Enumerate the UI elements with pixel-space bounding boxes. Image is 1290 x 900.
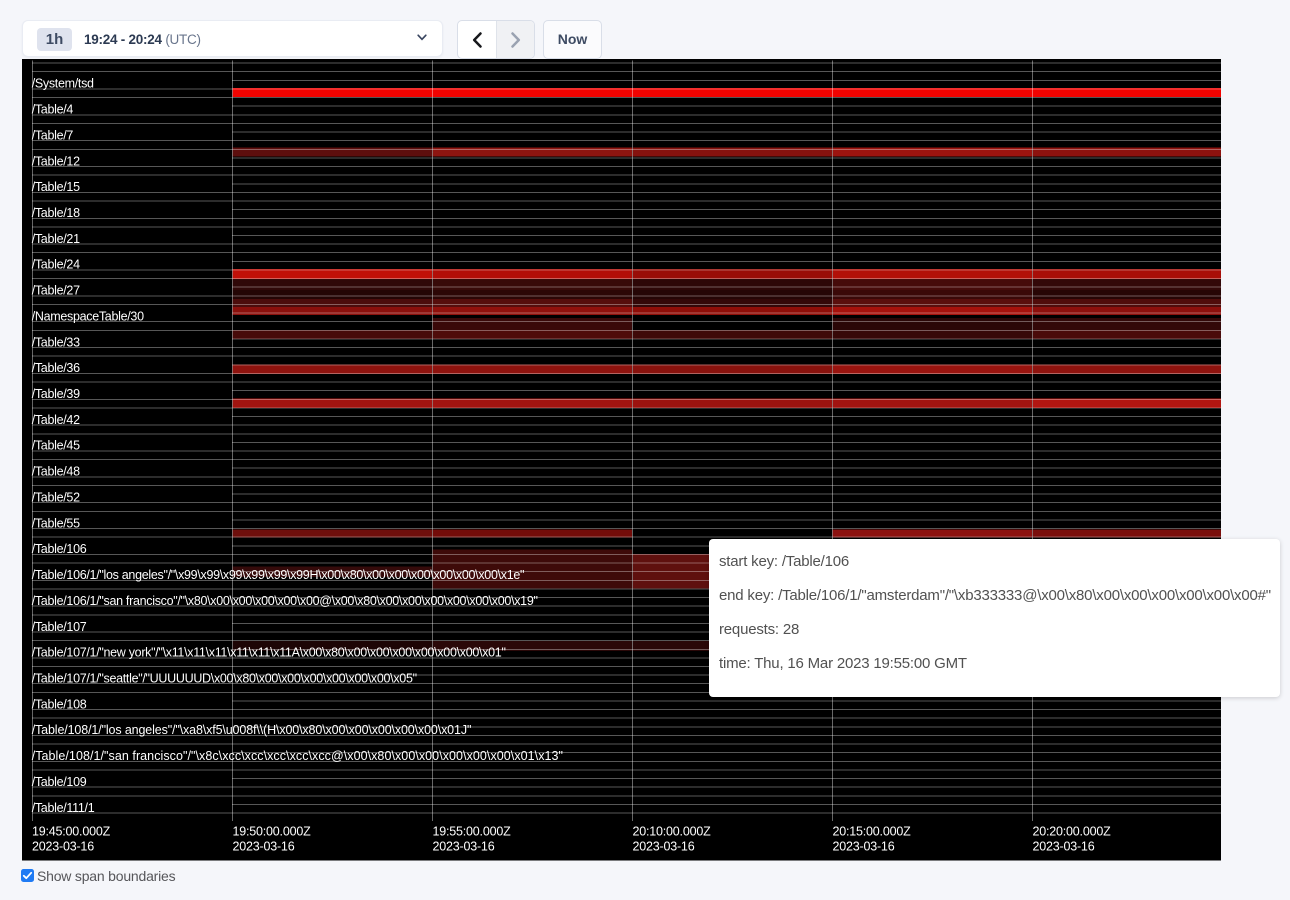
svg-text:2023-03-16: 2023-03-16 xyxy=(32,840,94,854)
svg-text:/Table/18: /Table/18 xyxy=(31,206,79,220)
svg-text:/Table/52: /Table/52 xyxy=(31,491,79,505)
svg-text:/Table/4: /Table/4 xyxy=(31,103,73,117)
svg-text:/Table/55: /Table/55 xyxy=(31,516,79,530)
svg-text:/NamespaceTable/30: /NamespaceTable/30 xyxy=(31,309,143,323)
svg-text:/Table/42: /Table/42 xyxy=(31,413,79,427)
svg-text:/Table/33: /Table/33 xyxy=(31,335,79,349)
svg-text:/System/tsd: /System/tsd xyxy=(31,77,93,91)
svg-text:/Table/7: /Table/7 xyxy=(31,128,73,142)
svg-text:/Table/107/1/"new york"/"\x11\: /Table/107/1/"new york"/"\x11\x11\x11\x1… xyxy=(31,646,505,660)
svg-text:/Table/106: /Table/106 xyxy=(31,542,86,556)
svg-text:/Table/107/1/"seattle"/"UUUUUU: /Table/107/1/"seattle"/"UUUUUUD\x00\x80\… xyxy=(31,672,416,686)
svg-text:/Table/21: /Table/21 xyxy=(31,232,79,246)
svg-text:20:20:00.000Z: 20:20:00.000Z xyxy=(1032,825,1111,839)
svg-text:/Table/106/1/"san francisco"/": /Table/106/1/"san francisco"/"\x80\x00\x… xyxy=(31,594,537,608)
svg-text:/Table/107: /Table/107 xyxy=(31,620,86,634)
svg-text:/Table/108: /Table/108 xyxy=(31,697,86,711)
svg-text:2023-03-16: 2023-03-16 xyxy=(432,840,494,854)
svg-text:2023-03-16: 2023-03-16 xyxy=(632,840,694,854)
svg-text:/Table/24: /Table/24 xyxy=(31,258,79,272)
svg-text:/Table/108/1/"los angeles"/"\x: /Table/108/1/"los angeles"/"\xa8\xf5\u00… xyxy=(31,723,471,737)
svg-text:19:50:00.000Z: 19:50:00.000Z xyxy=(232,825,311,839)
svg-text:/Table/12: /Table/12 xyxy=(31,154,79,168)
svg-text:/Table/15: /Table/15 xyxy=(31,180,79,194)
svg-text:19:45:00.000Z: 19:45:00.000Z xyxy=(32,825,111,839)
svg-text:/Table/109: /Table/109 xyxy=(31,775,86,789)
svg-text:20:10:00.000Z: 20:10:00.000Z xyxy=(632,825,711,839)
svg-text:/Table/36: /Table/36 xyxy=(31,361,79,375)
svg-text:/Table/108/1/"san francisco"/": /Table/108/1/"san francisco"/"\x8c\xcc\x… xyxy=(31,749,562,763)
svg-text:/Table/111/1: /Table/111/1 xyxy=(31,801,94,815)
svg-text:19:55:00.000Z: 19:55:00.000Z xyxy=(432,825,511,839)
svg-text:/Table/39: /Table/39 xyxy=(31,387,79,401)
svg-text:/Table/27: /Table/27 xyxy=(31,284,79,298)
svg-text:20:15:00.000Z: 20:15:00.000Z xyxy=(832,825,911,839)
svg-text:2023-03-16: 2023-03-16 xyxy=(832,840,894,854)
svg-text:/Table/45: /Table/45 xyxy=(31,439,79,453)
svg-text:/Table/48: /Table/48 xyxy=(31,465,79,479)
svg-text:2023-03-16: 2023-03-16 xyxy=(232,840,294,854)
svg-text:2023-03-16: 2023-03-16 xyxy=(1032,840,1094,854)
svg-text:/Table/106/1/"los angeles"/"\x: /Table/106/1/"los angeles"/"\x99\x99\x99… xyxy=(31,568,523,582)
